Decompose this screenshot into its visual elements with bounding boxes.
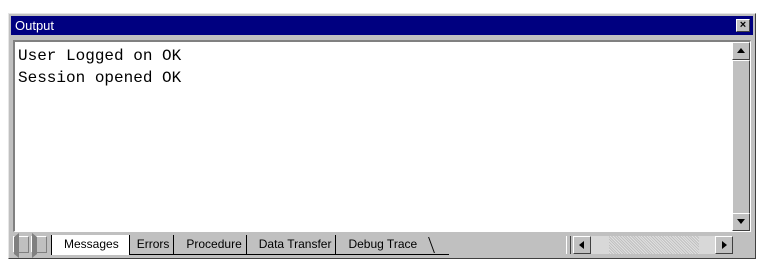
tab-messages[interactable]: Messages [51,235,130,255]
tab-errors[interactable]: Errors [123,235,180,255]
tab-strip-bar: Messages Errors Procedure Data Transfer … [13,233,751,258]
scroll-right-button[interactable] [715,236,733,254]
arrow-right-icon [32,233,37,258]
close-button[interactable]: × [736,19,750,32]
output-text-area[interactable]: User Logged on OK Session opened OK [13,40,751,232]
tab-scroll-left-button[interactable] [13,233,29,258]
scroll-left-button[interactable] [573,236,591,254]
vertical-scroll-thumb[interactable] [732,60,750,230]
output-tabs: Messages Errors Procedure Data Transfer … [51,235,450,255]
arrow-up-icon [737,48,745,53]
tab-scroll-splitter[interactable] [566,236,571,254]
tab-data-transfer[interactable]: Data Transfer [245,235,342,255]
arrow-right-icon [722,241,727,249]
title-bar[interactable]: Output × [11,16,753,35]
close-icon: × [739,19,747,31]
output-window: Output × User Logged on OK Session opene… [8,13,756,259]
horizontal-scroll-track[interactable] [609,236,699,254]
messages-list: User Logged on OK Session opened OK [18,45,181,89]
tab-scroll-right-button[interactable] [31,233,47,258]
arrow-down-icon [737,219,745,224]
message-line: Session opened OK [18,69,182,87]
scroll-up-button[interactable] [732,42,750,60]
horizontal-scrollbar[interactable] [573,236,733,254]
message-line: User Logged on OK [18,47,182,65]
arrow-left-icon [579,241,584,249]
arrow-left-icon [14,233,19,258]
tab-debug-trace[interactable]: Debug Trace [335,235,428,255]
scroll-down-button[interactable] [732,213,750,231]
vertical-scrollbar[interactable] [732,42,750,231]
tab-procedure[interactable]: Procedure [173,235,252,255]
tab-strip-end [427,235,450,255]
window-title: Output [15,18,55,33]
